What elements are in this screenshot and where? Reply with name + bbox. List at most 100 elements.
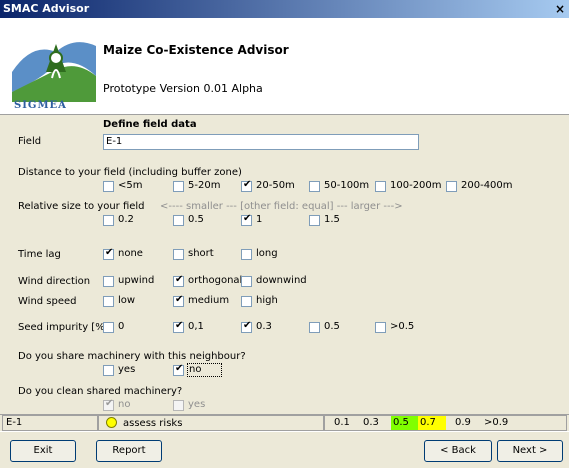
seed-option-label[interactable]: 0 [118,321,124,333]
timelag-option-label[interactable]: long [256,248,278,260]
clean-checkbox-1[interactable] [173,400,184,411]
check-mark-icon: ✔ [243,179,252,190]
clean-option-label[interactable]: no [118,399,130,411]
share-checkbox-0[interactable] [103,365,114,376]
back-button-label: < Back [440,445,476,456]
app-version: Prototype Version 0.01 Alpha [103,82,263,95]
windspeed-label: Wind speed [18,296,77,307]
field-input[interactable]: E-1 [103,134,419,150]
relsize-hint: <---- smaller --- [other field: equal] -… [160,201,403,212]
distance-option-label[interactable]: 50-100m [324,180,369,192]
windspeed-option-label[interactable]: medium [188,295,229,307]
distance-option-label[interactable]: 100-200m [390,180,442,192]
seed-option-label[interactable]: >0.5 [390,321,414,333]
relsize-option-label[interactable]: 0.5 [188,214,204,226]
back-button[interactable]: < Back [424,440,492,462]
timelag-label: Time lag [18,249,61,260]
distance-option-label[interactable]: 20-50m [256,180,295,192]
distance-option-label[interactable]: 5-20m [188,180,220,192]
distance-checkbox-0[interactable] [103,181,114,192]
report-button[interactable]: Report [96,440,162,462]
seed-checkbox-0[interactable] [103,322,114,333]
distance-option-label[interactable]: <5m [118,180,142,192]
status-field-panel: E-1 [2,415,98,431]
share-option-label[interactable]: no [186,363,223,377]
windspeed-checkbox-0[interactable] [103,296,114,307]
check-mark-icon: ✔ [175,294,184,305]
winddir-checkbox-2[interactable] [241,276,252,287]
distance-checkbox-2[interactable]: ✔ [241,179,252,192]
risk-scale-item: 0.1 [334,417,350,428]
windspeed-option-label[interactable]: high [256,295,278,307]
relsize-checkbox-1[interactable] [173,215,184,226]
relsize-option-label[interactable]: 0.2 [118,214,134,226]
distance-label: Distance to your field (including buffer… [18,167,242,178]
winddir-checkbox-0[interactable] [103,276,114,287]
relsize-checkbox-3[interactable] [309,215,320,226]
risk-scale-item: 0.5 [391,416,419,430]
close-icon[interactable]: × [555,0,565,18]
winddir-checkbox-1[interactable]: ✔ [173,274,184,287]
field-label: Field [18,136,42,147]
timelag-checkbox-2[interactable] [241,249,252,260]
check-mark-icon: ✔ [243,320,252,331]
exit-button-label: Exit [33,445,53,456]
clean-option-label[interactable]: yes [188,399,205,411]
timelag-option-label[interactable]: none [118,248,143,260]
winddir-option-label[interactable]: upwind [118,275,154,287]
risk-scale-item: 0.3 [363,417,379,428]
distance-checkbox-4[interactable] [375,181,386,192]
title-bar[interactable]: SMAC Advisor × [0,0,569,18]
risk-scale-item: 0.9 [455,417,471,428]
relsize-option-label[interactable]: 1.5 [324,214,340,226]
winddir-option-label[interactable]: downwind [256,275,307,287]
window-title: SMAC Advisor [3,2,90,15]
seed-checkbox-2[interactable]: ✔ [241,320,252,333]
assess-risks-label[interactable]: assess risks [123,418,182,429]
windspeed-checkbox-1[interactable]: ✔ [173,294,184,307]
seed-option-label[interactable]: 0.5 [324,321,340,333]
timelag-checkbox-0[interactable]: ✔ [103,247,114,260]
seed-label: Seed impurity [%] [18,322,109,333]
windspeed-checkbox-2[interactable] [241,296,252,307]
share-checkbox-1[interactable]: ✔ [173,363,184,376]
seed-checkbox-4[interactable] [375,322,386,333]
distance-checkbox-5[interactable] [446,181,457,192]
exit-button[interactable]: Exit [10,440,76,462]
status-field: E-1 [6,417,23,428]
logo-wordmark: SIGMEA [14,100,67,111]
windspeed-option-label[interactable]: low [118,295,135,307]
share-option-label[interactable]: yes [118,364,135,376]
distance-option-label[interactable]: 200-400m [461,180,513,192]
risk-scale-item: 0.7 [418,416,446,430]
check-mark-icon: ✔ [175,363,184,374]
check-mark-icon: ✔ [175,274,184,285]
check-mark-icon: ✔ [243,213,252,224]
next-button[interactable]: Next > [497,440,563,462]
section-heading: Define field data [103,119,197,130]
relsize-checkbox-0[interactable] [103,215,114,226]
distance-checkbox-3[interactable] [309,181,320,192]
clean-question: Do you clean shared machinery? [18,386,183,397]
relsize-label: Relative size to your field [18,201,145,212]
sigmea-logo: SIGMEA [12,32,96,114]
share-question: Do you share machinery with this neighbo… [18,351,246,362]
relsize-option-label[interactable]: 1 [256,214,262,226]
seed-checkbox-3[interactable] [309,322,320,333]
check-mark-icon: ✔ [175,320,184,331]
report-button-label: Report [112,445,146,456]
distance-checkbox-1[interactable] [173,181,184,192]
risk-indicator-icon [106,417,117,428]
relsize-checkbox-2[interactable]: ✔ [241,213,252,226]
seed-option-label[interactable]: 0.3 [256,321,272,333]
app-header: SIGMEA Maize Co-Existence Advisor Protot… [0,18,569,115]
smac-advisor-window: SMAC Advisor × SIGMEA Maize Co-Existence… [0,0,569,468]
clean-checkbox-0[interactable]: ✔ [103,398,114,411]
timelag-option-label[interactable]: short [188,248,214,260]
seed-checkbox-1[interactable]: ✔ [173,320,184,333]
risk-scale-item: >0.9 [484,417,509,428]
winddir-option-label[interactable]: orthogonal [188,275,242,287]
timelag-checkbox-1[interactable] [173,249,184,260]
check-mark-icon: ✔ [105,398,114,409]
seed-option-label[interactable]: 0,1 [188,321,204,333]
